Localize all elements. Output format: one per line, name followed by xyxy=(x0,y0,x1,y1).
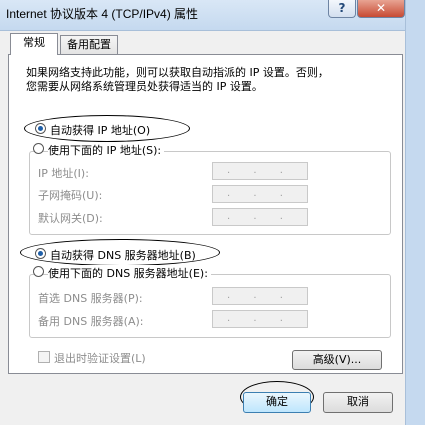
auto-ip-radio[interactable] xyxy=(35,123,46,134)
auto-ip-label: 自动获得 IP 地址(O) xyxy=(50,124,151,137)
manual-ip-radio[interactable] xyxy=(33,143,44,154)
help-button[interactable]: ? xyxy=(328,0,356,18)
advanced-button[interactable]: 高级(V)... xyxy=(292,350,382,370)
manual-dns-label: 使用下面的 DNS 服务器地址(E): xyxy=(48,265,211,281)
auto-dns-radio[interactable] xyxy=(35,248,46,259)
default-gateway-label: 默认网关(D): xyxy=(38,212,103,225)
tab-general-label: 常规 xyxy=(23,36,45,49)
ip-address-label: IP 地址(I): xyxy=(38,167,89,180)
window-frame-right xyxy=(405,0,425,425)
alternate-dns-field[interactable]: . . . xyxy=(212,310,308,328)
preferred-dns-label: 首选 DNS 服务器(P): xyxy=(38,292,143,305)
tab-general[interactable]: 常规 xyxy=(10,33,58,55)
validate-on-exit-label: 退出时验证设置(L) xyxy=(54,352,146,365)
manual-ip-label: 使用下面的 IP 地址(S): xyxy=(48,142,165,158)
preferred-dns-field[interactable]: . . . xyxy=(212,287,308,305)
window-title: Internet 协议版本 4 (TCP/IPv4) 属性 xyxy=(6,7,199,21)
default-gateway-field[interactable]: . . . xyxy=(212,208,308,226)
cancel-button[interactable]: 取消 xyxy=(323,392,393,413)
auto-dns-label: 自动获得 DNS 服务器地址(B) xyxy=(50,249,196,262)
help-icon: ? xyxy=(338,1,346,15)
tab-alternate-config[interactable]: 备用配置 xyxy=(60,35,118,54)
close-icon: ✕ xyxy=(375,1,387,15)
manual-dns-radio[interactable] xyxy=(33,266,44,277)
subnet-mask-field[interactable]: . . . xyxy=(212,185,308,203)
subnet-mask-label: 子网掩码(U): xyxy=(38,189,103,202)
validate-on-exit-checkbox[interactable] xyxy=(38,351,50,363)
ip-address-field[interactable]: . . . xyxy=(212,162,308,180)
close-button[interactable]: ✕ xyxy=(357,0,405,18)
description-line-2: 您需要从网络系统管理员处获得适当的 IP 设置。 xyxy=(26,80,263,93)
description-line-1: 如果网络支持此功能，则可以获取自动指派的 IP 设置。否则， xyxy=(26,66,329,79)
ok-button[interactable]: 确定 xyxy=(243,392,311,413)
alternate-dns-label: 备用 DNS 服务器(A): xyxy=(38,315,144,328)
tab-alternate-config-label: 备用配置 xyxy=(67,38,111,51)
